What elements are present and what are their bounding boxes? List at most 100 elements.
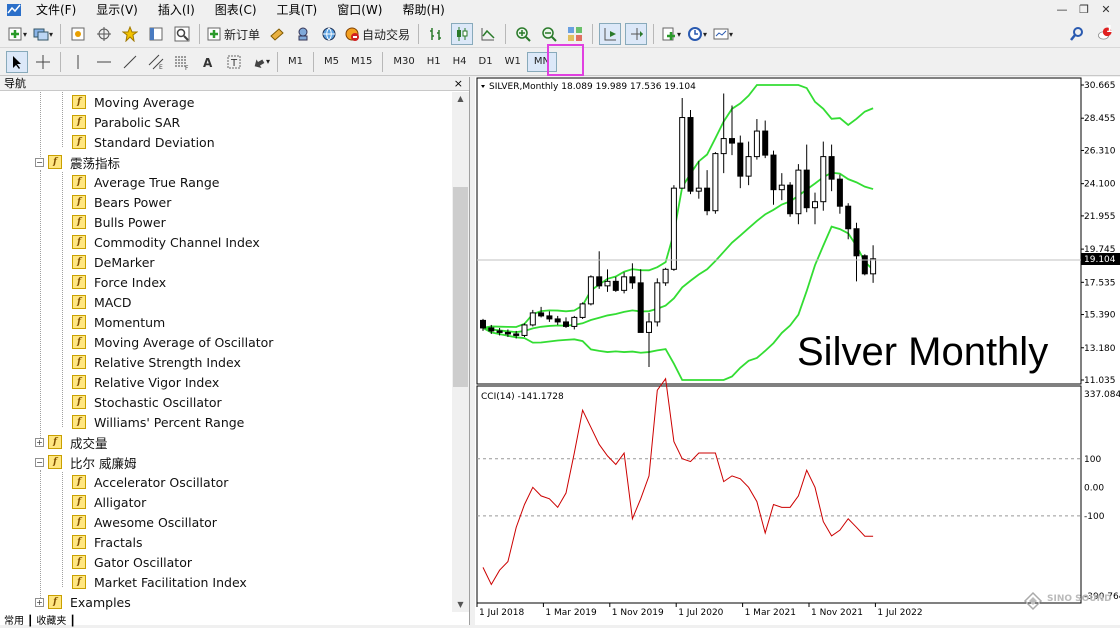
- nav-item[interactable]: f Moving Average: [72, 92, 194, 112]
- nav-item[interactable]: f Accelerator Oscillator: [72, 472, 228, 492]
- svg-text:T: T: [230, 58, 238, 69]
- new-chart-button[interactable]: ▾: [6, 23, 28, 45]
- nav-item[interactable]: − f 震荡指标: [35, 152, 120, 172]
- market-button[interactable]: [318, 23, 340, 45]
- nav-item[interactable]: f Relative Strength Index: [72, 352, 241, 372]
- timeframe-h1[interactable]: H1: [421, 51, 447, 73]
- expand-icon[interactable]: +: [35, 597, 44, 607]
- candle-body: [712, 153, 719, 212]
- expand-icon[interactable]: +: [35, 437, 44, 447]
- candlestick-button[interactable]: [451, 23, 474, 45]
- indicators-button[interactable]: ▾: [660, 23, 682, 45]
- scroll-thumb[interactable]: [453, 187, 468, 387]
- nav-item[interactable]: f Average True Range: [72, 172, 219, 192]
- timeframe-m5[interactable]: M5: [318, 51, 345, 73]
- bar-chart-button[interactable]: [425, 23, 447, 45]
- nav-item[interactable]: f DeMarker: [72, 252, 155, 272]
- nav-item[interactable]: f Moving Average of Oscillator: [72, 332, 273, 352]
- nav-item[interactable]: f Momentum: [72, 312, 165, 332]
- templates-button[interactable]: ▾: [712, 23, 734, 45]
- nav-item[interactable]: f Williams' Percent Range: [72, 412, 244, 432]
- cursor-button[interactable]: [6, 50, 28, 73]
- navigator-bottom-tabs[interactable]: 常用 ┃ 收藏夹 ┃: [0, 612, 76, 627]
- current-price-label: 19.104: [1084, 255, 1116, 265]
- zoom-in-button[interactable]: [512, 23, 534, 45]
- scroll-up-icon[interactable]: ▲: [452, 92, 469, 106]
- menu-charts[interactable]: 图表(C): [205, 0, 267, 20]
- nav-item[interactable]: − f 比尔 威廉姆: [35, 452, 136, 472]
- nav-item[interactable]: f Awesome Oscillator: [72, 512, 217, 532]
- navigator-close-button[interactable]: ×: [454, 77, 463, 91]
- candle-body: [720, 138, 727, 155]
- restore-button[interactable]: ❐: [1074, 2, 1094, 18]
- line-chart-button[interactable]: [477, 23, 499, 45]
- nav-item[interactable]: f Standard Deviation: [72, 132, 215, 152]
- nav-item[interactable]: f Bulls Power: [72, 212, 166, 232]
- collapse-icon[interactable]: −: [35, 157, 44, 167]
- cci-axis: 337.08441000.00-100-390.764: [1084, 390, 1120, 602]
- signals-button[interactable]: [292, 23, 314, 45]
- auto-scroll-button[interactable]: [599, 23, 622, 45]
- timeframe-h4[interactable]: H4: [447, 51, 473, 73]
- terminal-icon: [149, 27, 163, 41]
- menu-window[interactable]: 窗口(W): [327, 0, 392, 20]
- menu-view[interactable]: 显示(V): [86, 0, 148, 20]
- nav-item[interactable]: f Bears Power: [72, 192, 171, 212]
- strategy-tester-button[interactable]: [171, 23, 193, 45]
- trendline-button[interactable]: [119, 51, 141, 73]
- horizontal-line-button[interactable]: [93, 51, 115, 73]
- navigator-button[interactable]: [119, 23, 141, 45]
- chart-window[interactable]: 30.665 28.455 26.310 24.100 21.955 19.745 17.5…: [475, 77, 1120, 625]
- crosshair-tool-button[interactable]: [32, 51, 54, 73]
- nav-item[interactable]: f Fractals: [72, 532, 143, 552]
- data-window-button[interactable]: [93, 23, 115, 45]
- nav-item[interactable]: f Parabolic SAR: [72, 112, 180, 132]
- navigator-scrollbar[interactable]: ▲ ▼: [452, 92, 469, 612]
- minimize-button[interactable]: —: [1052, 2, 1072, 18]
- nav-item[interactable]: f Commodity Channel Index: [72, 232, 260, 252]
- menu-tools[interactable]: 工具(T): [267, 0, 328, 20]
- vertical-line-button[interactable]: [67, 51, 89, 73]
- equidistant-channel-button[interactable]: E: [145, 51, 167, 73]
- nav-item[interactable]: + f 成交量: [35, 432, 108, 452]
- profiles-icon: [33, 28, 49, 41]
- periods-button[interactable]: ▾: [686, 23, 708, 45]
- text-button[interactable]: A: [197, 51, 219, 73]
- scroll-down-icon[interactable]: ▼: [452, 598, 469, 612]
- auto-trading-button[interactable]: 自动交易: [344, 23, 412, 45]
- collapse-icon[interactable]: −: [35, 457, 44, 467]
- timeframe-m15[interactable]: M15: [345, 51, 378, 73]
- chart-canvas[interactable]: 30.66528.45526.31024.10021.95519.74517.5…: [475, 77, 1120, 625]
- function-icon: f: [72, 495, 86, 509]
- nav-item[interactable]: f Stochastic Oscillator: [72, 392, 222, 412]
- menu-help[interactable]: 帮助(H): [392, 0, 454, 20]
- new-order-button[interactable]: 新订单: [206, 23, 262, 45]
- nav-item[interactable]: f MACD: [72, 292, 131, 312]
- nav-item[interactable]: f Force Index: [72, 272, 166, 292]
- terminal-button[interactable]: [145, 23, 167, 45]
- profiles-button[interactable]: ▾: [32, 23, 54, 45]
- nav-item[interactable]: f Market Facilitation Index: [72, 572, 247, 592]
- zoom-out-button[interactable]: [538, 23, 560, 45]
- close-window-button[interactable]: ✕: [1096, 2, 1116, 18]
- tile-windows-button[interactable]: [564, 23, 586, 45]
- timeframe-w1[interactable]: W1: [499, 51, 527, 73]
- text-label-button[interactable]: T: [223, 51, 245, 73]
- nav-item[interactable]: f Gator Oscillator: [72, 552, 192, 572]
- cci-tick-label: 337.0844: [1084, 390, 1120, 400]
- arrows-button[interactable]: ▾: [249, 51, 271, 73]
- chart-shift-button[interactable]: [625, 23, 648, 45]
- timeframe-d1[interactable]: D1: [473, 51, 499, 73]
- fibonacci-button[interactable]: F: [171, 51, 193, 73]
- nav-item[interactable]: f Alligator: [72, 492, 146, 512]
- timeframe-m30[interactable]: M30: [387, 51, 420, 73]
- nav-item[interactable]: + f Examples: [35, 592, 131, 612]
- menu-file[interactable]: 文件(F): [26, 0, 86, 20]
- nav-item[interactable]: f Relative Vigor Index: [72, 372, 219, 392]
- search-button[interactable]: [1066, 23, 1088, 45]
- timeframe-m1[interactable]: M1: [282, 51, 309, 73]
- market-watch-button[interactable]: [67, 23, 89, 45]
- notifications-button[interactable]: 1: [1094, 23, 1116, 45]
- metaeditor-button[interactable]: [266, 23, 288, 45]
- menu-insert[interactable]: 插入(I): [148, 0, 205, 20]
